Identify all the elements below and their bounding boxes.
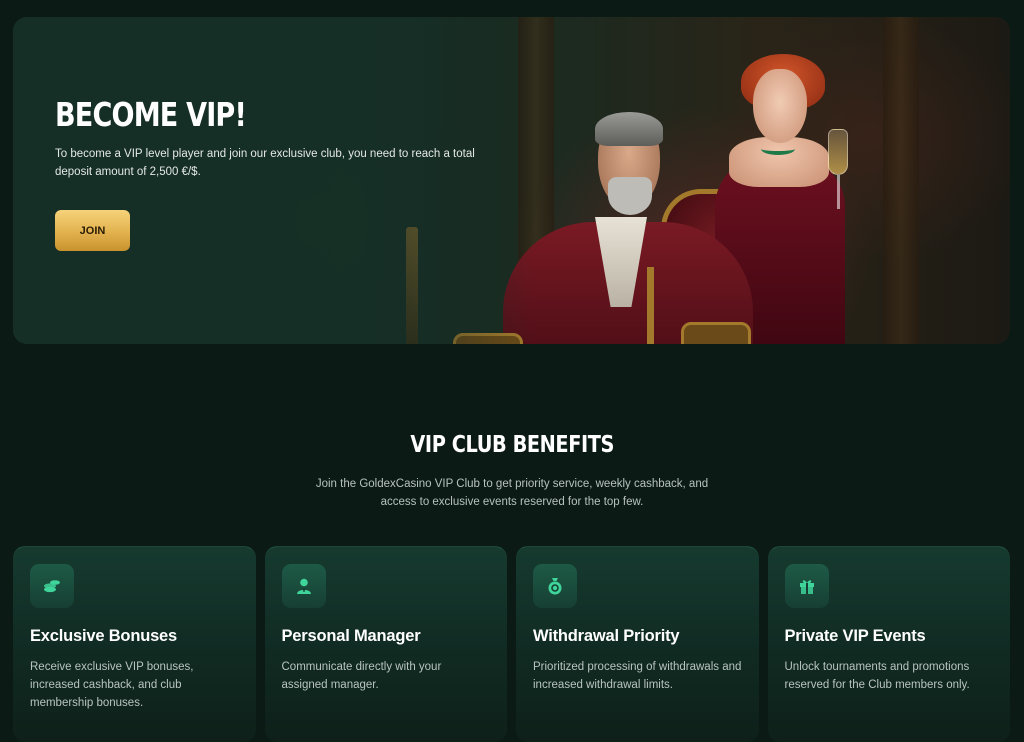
man-figure-beard — [608, 177, 652, 215]
man-figure-hair — [595, 112, 663, 146]
emerald-necklace — [761, 143, 795, 155]
manager-icon — [281, 564, 326, 608]
benefits-card-list: Exclusive Bonuses Receive exclusive VIP … — [13, 546, 1010, 742]
join-button[interactable]: JOIN — [55, 210, 130, 251]
card-text: Unlock tournaments and promotions reserv… — [784, 661, 970, 691]
gift-icon — [784, 564, 829, 608]
benefit-card-withdrawal-priority: Withdrawal Priority Prioritized processi… — [516, 546, 759, 742]
hero-description: To become a VIP level player and join ou… — [55, 148, 475, 178]
card-title: Personal Manager — [281, 627, 421, 645]
benefits-title-text: VIP CLUB BENEFITS — [410, 432, 614, 458]
benefit-card-personal-manager: Personal Manager Communicate directly wi… — [264, 546, 507, 742]
benefits-description: Join the GoldexCasino VIP Club to get pr… — [315, 478, 709, 508]
vip-hero-banner: BECOME VIP! To become a VIP level player… — [13, 17, 1010, 344]
coins-icon — [30, 564, 74, 608]
chair-armrest — [681, 322, 751, 344]
card-title: Withdrawal Priority — [533, 627, 680, 645]
hero-title: BECOME VIP! — [55, 95, 247, 134]
card-text: Receive exclusive VIP bonuses, increased… — [30, 661, 194, 709]
benefit-card-private-vip-events: Private VIP Events Unlock tournaments an… — [767, 546, 1010, 742]
card-text: Communicate directly with your assigned … — [281, 661, 442, 691]
money-bag-icon — [533, 564, 577, 608]
champagne-glass — [828, 129, 848, 213]
wall-panel — [883, 17, 919, 344]
card-title: Private VIP Events — [784, 627, 926, 645]
card-text: Prioritized processing of withdrawals an… — [533, 661, 742, 691]
benefits-title: VIP CLUB BENEFITS — [0, 432, 1024, 458]
woman-figure-head — [753, 69, 807, 143]
walking-cane — [647, 267, 654, 344]
benefit-card-exclusive-bonuses: Exclusive Bonuses Receive exclusive VIP … — [13, 546, 256, 742]
card-title: Exclusive Bonuses — [30, 627, 178, 645]
